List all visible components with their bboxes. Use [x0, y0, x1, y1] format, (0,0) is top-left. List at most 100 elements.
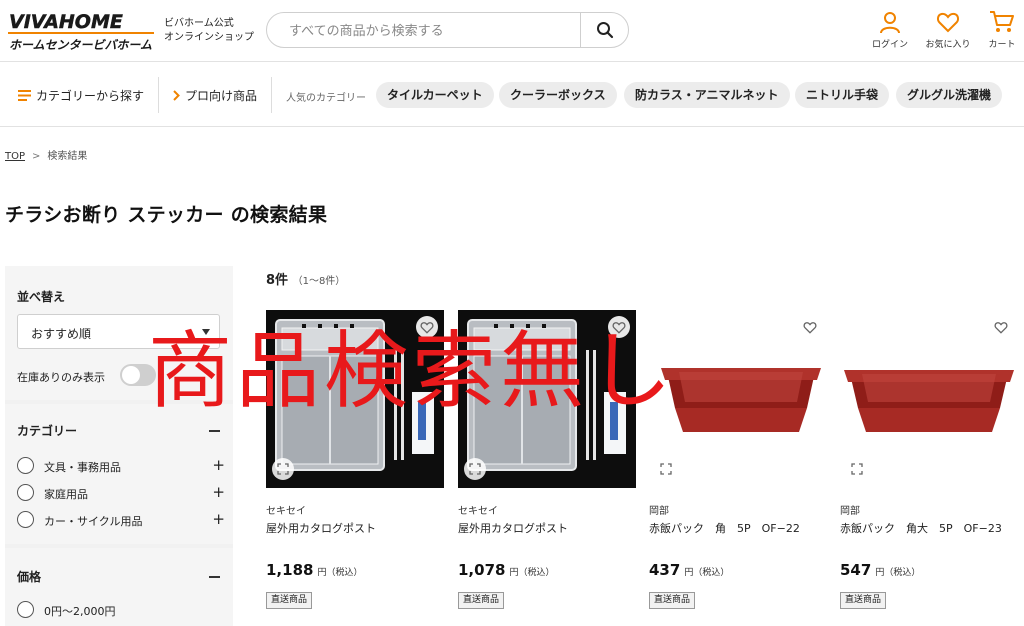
filter-sidebar: 並べ替え おすすめ順 在庫ありのみ表示 カテゴリー 文具・事務用品 + 家庭用品…	[5, 266, 233, 626]
expand-icon	[277, 463, 289, 475]
price-option-label: 0円〜2,000円	[44, 605, 116, 618]
heart-icon	[803, 321, 817, 334]
category-filter-section: カテゴリー 文具・事務用品 + 家庭用品 + カー・サイクル用品 +	[5, 404, 233, 544]
collapse-icon[interactable]	[209, 430, 220, 432]
favorites-button[interactable]: お気に入り	[920, 10, 976, 54]
zoom-button[interactable]	[846, 458, 868, 480]
vivahome-logo[interactable]: VIVAHOME ホームセンタービバホーム	[8, 8, 154, 52]
favorite-button[interactable]	[416, 316, 438, 338]
direct-ship-tag: 直送商品	[649, 592, 696, 609]
product-card[interactable]: セキセイ 屋外用カタログポスト 1,188 円（税込） 直送商品	[266, 310, 444, 626]
breadcrumb-top-link[interactable]: TOP	[5, 151, 25, 162]
cart-button[interactable]: カート	[974, 10, 1024, 54]
product-image[interactable]	[266, 310, 444, 488]
popular-category-pill[interactable]: タイルカーペット	[376, 82, 494, 108]
product-card[interactable]: 岡部 赤飯パック 角大 5P OF−23 547 円（税込） 直送商品	[840, 310, 1018, 626]
tax-label: 円（税込）	[875, 568, 921, 578]
tax-label: 円（税込）	[509, 568, 555, 578]
category-option-label: カー・サイクル用品	[44, 515, 143, 528]
radio-button[interactable]	[17, 601, 34, 618]
product-name[interactable]: 屋外用カタログポスト	[458, 520, 636, 537]
product-name[interactable]: 屋外用カタログポスト	[266, 520, 444, 537]
popular-category-pill[interactable]: グルグル洗濯機	[896, 82, 1003, 108]
category-heading: カテゴリー	[17, 424, 78, 438]
divider	[158, 77, 159, 113]
product-price: 437 円（税込）	[649, 561, 729, 579]
sort-select-value: おすすめ順	[31, 327, 92, 341]
radio-button[interactable]	[17, 484, 34, 501]
expand-icon[interactable]: +	[212, 512, 225, 527]
browse-categories-button[interactable]: カテゴリーから探す	[18, 87, 144, 104]
radio-button[interactable]	[17, 511, 34, 528]
breadcrumb-separator: >	[32, 151, 41, 162]
price-option[interactable]: 0円〜2,000円	[17, 600, 227, 620]
login-button[interactable]: ログイン	[862, 10, 918, 54]
category-option[interactable]: 文具・事務用品 +	[17, 456, 227, 476]
logo-subtitle-line1: ビバホーム公式	[164, 18, 234, 29]
product-price-value: 437	[649, 561, 681, 579]
caret-down-icon	[202, 329, 210, 335]
expand-icon	[660, 463, 672, 475]
search-icon	[596, 22, 613, 39]
zoom-button[interactable]	[655, 458, 677, 480]
favorites-label: お気に入り	[925, 40, 971, 50]
divider	[271, 77, 272, 113]
radio-button[interactable]	[17, 457, 34, 474]
product-price-value: 1,078	[458, 561, 506, 579]
search-box	[266, 12, 629, 48]
in-stock-label: 在庫ありのみ表示	[17, 371, 105, 384]
product-price: 1,188 円（税込）	[266, 561, 362, 579]
zoom-button[interactable]	[272, 458, 294, 480]
category-option-label: 文具・事務用品	[44, 461, 121, 474]
expand-icon[interactable]: +	[212, 458, 225, 473]
collapse-icon[interactable]	[209, 576, 220, 578]
tax-label: 円（税込）	[317, 568, 363, 578]
popular-category-pill[interactable]: 防カラス・アニマルネット	[624, 82, 790, 108]
user-icon	[880, 12, 900, 34]
sort-select[interactable]: おすすめ順	[17, 314, 220, 349]
product-image[interactable]	[649, 310, 827, 488]
pro-products-label: プロ向け商品	[185, 89, 258, 103]
tax-label: 円（税込）	[684, 568, 730, 578]
result-range: （1〜8件）	[292, 276, 346, 287]
zoom-button[interactable]	[464, 458, 486, 480]
price-heading: 価格	[17, 570, 42, 584]
popular-categories-label: 人気のカテゴリー	[286, 93, 366, 104]
product-brand: セキセイ	[266, 506, 306, 517]
product-image[interactable]	[458, 310, 636, 488]
logo-subtitle-line2: オンラインショップ	[164, 32, 254, 43]
heart-icon	[936, 12, 960, 33]
product-card[interactable]: 岡部 赤飯パック 角 5P OF−22 437 円（税込） 直送商品	[649, 310, 827, 626]
product-brand: 岡部	[840, 506, 860, 517]
product-card[interactable]: セキセイ 屋外用カタログポスト 1,078 円（税込） 直送商品	[458, 310, 636, 626]
product-name[interactable]: 赤飯パック 角大 5P OF−23	[840, 520, 1018, 537]
popular-category-pill[interactable]: クーラーボックス	[499, 82, 617, 108]
pro-products-link[interactable]: プロ向け商品	[173, 87, 257, 104]
expand-icon	[469, 463, 481, 475]
search-button[interactable]	[580, 12, 628, 48]
category-option[interactable]: 家庭用品 +	[17, 483, 227, 503]
site-header: VIVAHOME ホームセンタービバホーム ビバホーム公式 オンラインショップ …	[0, 0, 1024, 62]
in-stock-toggle[interactable]	[120, 364, 156, 386]
favorite-button[interactable]	[799, 316, 821, 338]
favorite-button[interactable]	[608, 316, 630, 338]
chevron-right-icon	[173, 90, 180, 101]
expand-icon	[851, 463, 863, 475]
favorite-button[interactable]	[990, 316, 1012, 338]
direct-ship-tag: 直送商品	[458, 592, 505, 609]
browse-categories-label: カテゴリーから探す	[36, 89, 145, 103]
direct-ship-tag: 直送商品	[840, 592, 887, 609]
popular-category-pill[interactable]: ニトリル手袋	[795, 82, 890, 108]
heart-icon	[994, 321, 1008, 334]
product-image[interactable]	[840, 310, 1018, 488]
category-bar: カテゴリーから探す プロ向け商品 人気のカテゴリー タイルカーペット クーラーボ…	[0, 63, 1024, 127]
category-option[interactable]: カー・サイクル用品 +	[17, 510, 227, 530]
result-count: 8件 （1〜8件）	[266, 269, 345, 288]
expand-icon[interactable]: +	[212, 485, 225, 500]
search-input[interactable]	[289, 21, 579, 41]
sort-section: 並べ替え おすすめ順 在庫ありのみ表示	[5, 266, 233, 400]
login-label: ログイン	[871, 40, 908, 50]
breadcrumb: TOP > 検索結果	[5, 147, 87, 162]
product-name[interactable]: 赤飯パック 角 5P OF−22	[649, 520, 827, 537]
cart-icon	[990, 11, 1014, 32]
